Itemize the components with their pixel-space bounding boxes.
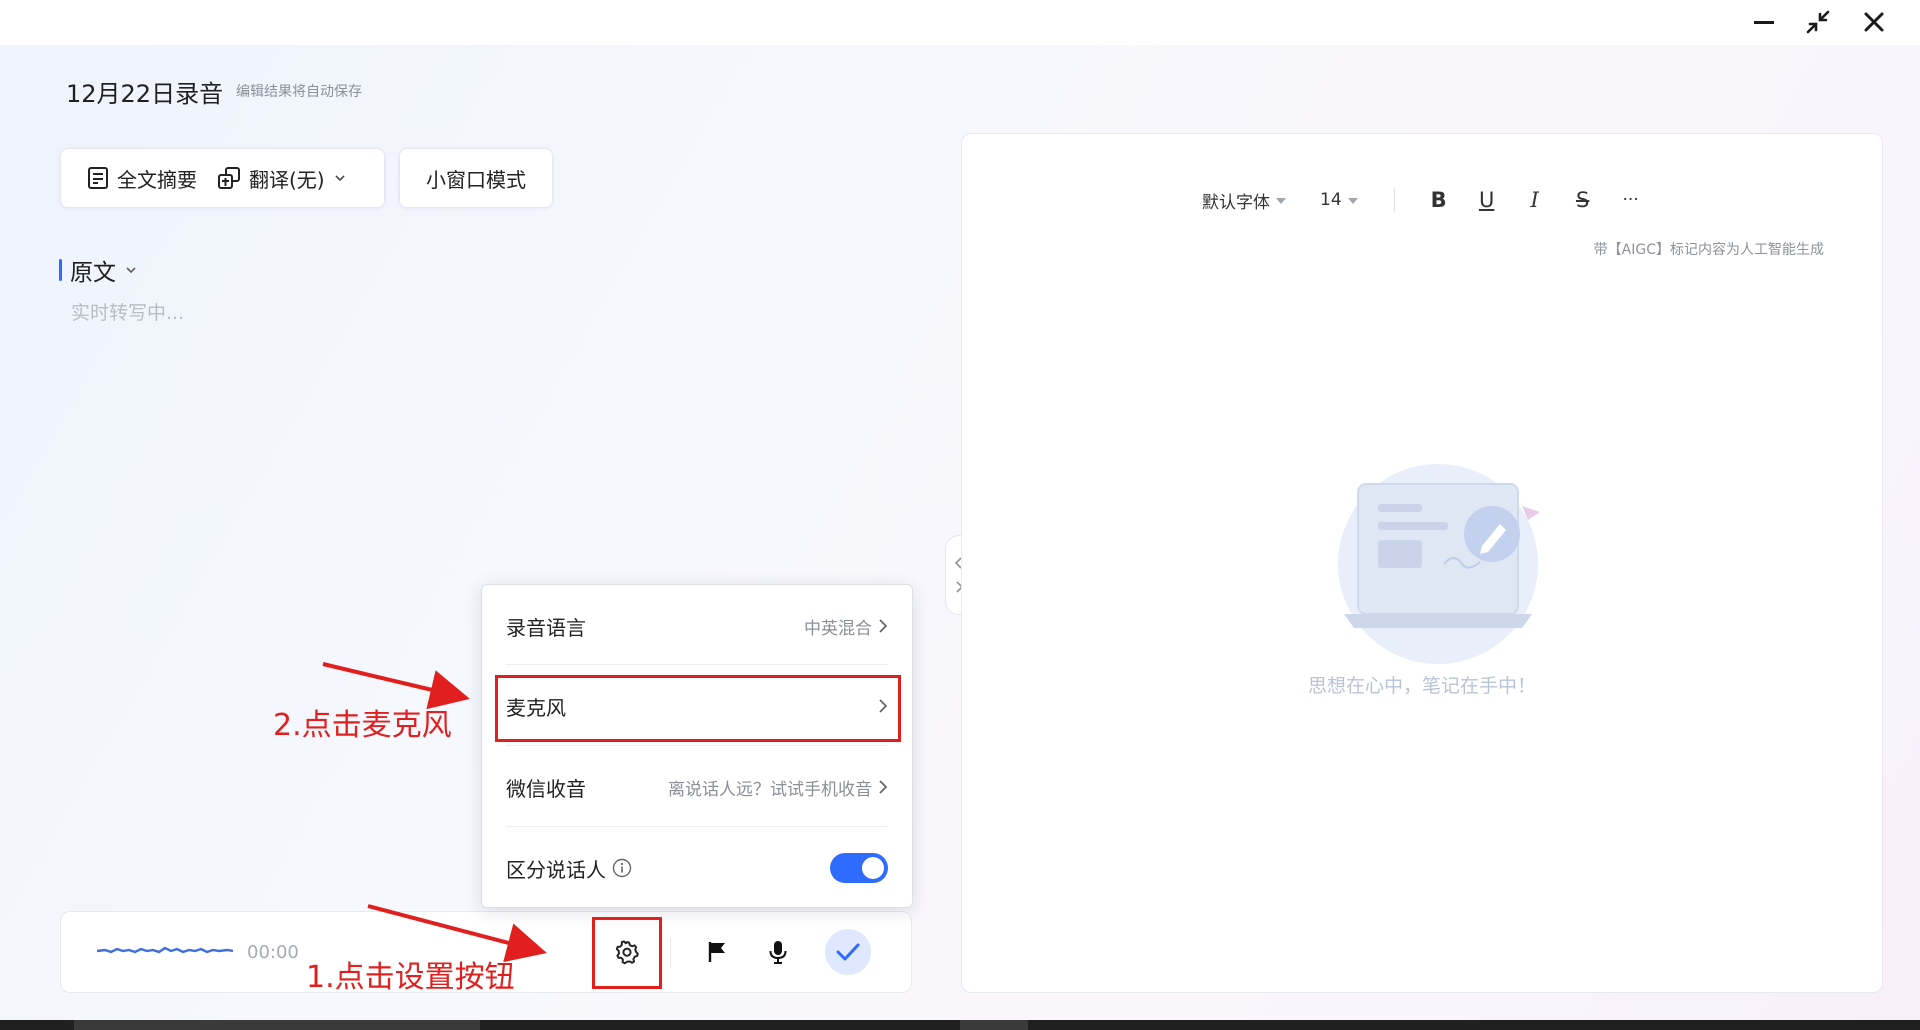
empty-state-text: 思想在心中，笔记在手中！ bbox=[1307, 675, 1536, 697]
font-size-select[interactable]: 14 bbox=[1320, 190, 1358, 210]
chevron-down-icon bbox=[334, 175, 345, 182]
strikethrough-button[interactable]: S bbox=[1559, 182, 1607, 218]
transcript-placeholder: 实时转写中... bbox=[71, 302, 185, 324]
annotation-step-2: 2.点击麦克风 bbox=[273, 708, 452, 743]
translate-icon bbox=[218, 167, 240, 189]
annotation-step-1: 1.点击设置按钮 bbox=[306, 960, 515, 995]
restore-button[interactable] bbox=[1798, 4, 1838, 40]
chevron-right-icon bbox=[879, 699, 888, 713]
gear-icon bbox=[615, 940, 639, 965]
settings-popup: 录音语言 中英混合 麦克风 微信收音 离说话人远？试试手机收音 区分说话人 bbox=[481, 584, 913, 908]
menu-item-wechat-audio[interactable]: 微信收音 离说话人远？试试手机收音 bbox=[506, 757, 888, 817]
section-accent-bar bbox=[59, 259, 62, 281]
taskbar-app-segment bbox=[960, 1020, 1028, 1030]
toolbar-mini-window: 小窗口模式 bbox=[399, 148, 553, 208]
summary-button[interactable]: 全文摘要 bbox=[61, 149, 211, 207]
toolbar-main: 全文摘要 翻译(无) bbox=[60, 148, 385, 208]
document-icon bbox=[88, 167, 108, 189]
menu-item-speaker-diarization: 区分说话人 bbox=[506, 838, 888, 898]
font-family-select[interactable]: 默认字体 bbox=[1202, 188, 1286, 213]
menu-item-recording-language[interactable]: 录音语言 中英混合 bbox=[506, 596, 888, 656]
menu-divider bbox=[506, 745, 888, 746]
checkmark-icon bbox=[836, 943, 860, 961]
more-options-button[interactable]: ··· bbox=[1607, 182, 1655, 218]
menu-item-value: 离说话人远？试试手机收音 bbox=[668, 779, 872, 800]
menu-divider bbox=[506, 664, 888, 665]
speaker-diarization-toggle[interactable] bbox=[830, 853, 888, 883]
aigc-note: 带【AIGC】标记内容为人工智能生成 bbox=[1593, 242, 1824, 258]
mark-flag-button[interactable] bbox=[694, 929, 740, 975]
translate-button[interactable]: 翻译(无) bbox=[211, 149, 361, 207]
translate-label: 翻译(无) bbox=[249, 167, 325, 192]
os-taskbar bbox=[0, 1020, 1920, 1030]
minimize-button[interactable] bbox=[1744, 4, 1784, 40]
menu-divider bbox=[506, 826, 888, 827]
recorder-divider bbox=[670, 938, 671, 968]
italic-button[interactable]: I bbox=[1511, 182, 1559, 218]
page-title: 12月22日录音 bbox=[66, 80, 224, 108]
shrink-arrows-icon bbox=[1806, 10, 1830, 34]
menu-item-microphone[interactable]: 麦克风 bbox=[506, 676, 888, 736]
flag-icon bbox=[708, 942, 725, 962]
underline-button[interactable]: U bbox=[1463, 182, 1511, 218]
section-title: 原文 bbox=[70, 260, 116, 286]
chevron-right-icon bbox=[879, 619, 888, 633]
menu-item-label: 区分说话人 bbox=[506, 857, 606, 882]
settings-button[interactable] bbox=[604, 929, 650, 975]
microphone-button[interactable] bbox=[755, 929, 801, 975]
close-icon bbox=[1864, 12, 1884, 32]
microphone-icon bbox=[769, 941, 787, 964]
menu-item-label: 录音语言 bbox=[506, 615, 586, 640]
finish-recording-button[interactable] bbox=[825, 929, 871, 975]
info-icon[interactable] bbox=[612, 858, 632, 878]
toolbar-divider bbox=[1393, 188, 1395, 212]
font-size-value: 14 bbox=[1320, 190, 1342, 210]
mini-window-label: 小窗口模式 bbox=[426, 167, 526, 192]
waveform-icon bbox=[97, 946, 233, 954]
empty-notes-illustration bbox=[1338, 464, 1540, 664]
bold-button[interactable]: B bbox=[1415, 182, 1463, 218]
chevron-right-icon bbox=[879, 780, 888, 794]
menu-item-value: 中英混合 bbox=[804, 618, 872, 639]
menu-item-label: 麦克风 bbox=[506, 695, 566, 720]
mini-window-button[interactable]: 小窗口模式 bbox=[412, 149, 540, 207]
notes-panel: 默认字体 14 B U I S ··· 带【AIGC】标记内容为人工智能生成 思… bbox=[961, 133, 1883, 993]
minimize-icon bbox=[1754, 21, 1774, 24]
font-family-value: 默认字体 bbox=[1202, 192, 1270, 213]
taskbar-app-segment bbox=[74, 1020, 480, 1030]
toggle-knob bbox=[862, 857, 884, 879]
chevron-down-icon bbox=[126, 267, 136, 274]
autosave-note: 编辑结果将自动保存 bbox=[236, 84, 362, 100]
recording-timer: 00:00 bbox=[247, 942, 299, 963]
transcript-section-header[interactable]: 原文 bbox=[59, 253, 138, 287]
editor-toolbar: 默认字体 14 B U I S ··· bbox=[1202, 182, 1655, 218]
close-button[interactable] bbox=[1854, 4, 1894, 40]
summary-label: 全文摘要 bbox=[117, 167, 197, 192]
menu-item-label: 微信收音 bbox=[506, 776, 586, 801]
caret-down-icon bbox=[1276, 198, 1286, 204]
caret-down-icon bbox=[1347, 198, 1358, 204]
window-titlebar bbox=[0, 0, 1920, 45]
